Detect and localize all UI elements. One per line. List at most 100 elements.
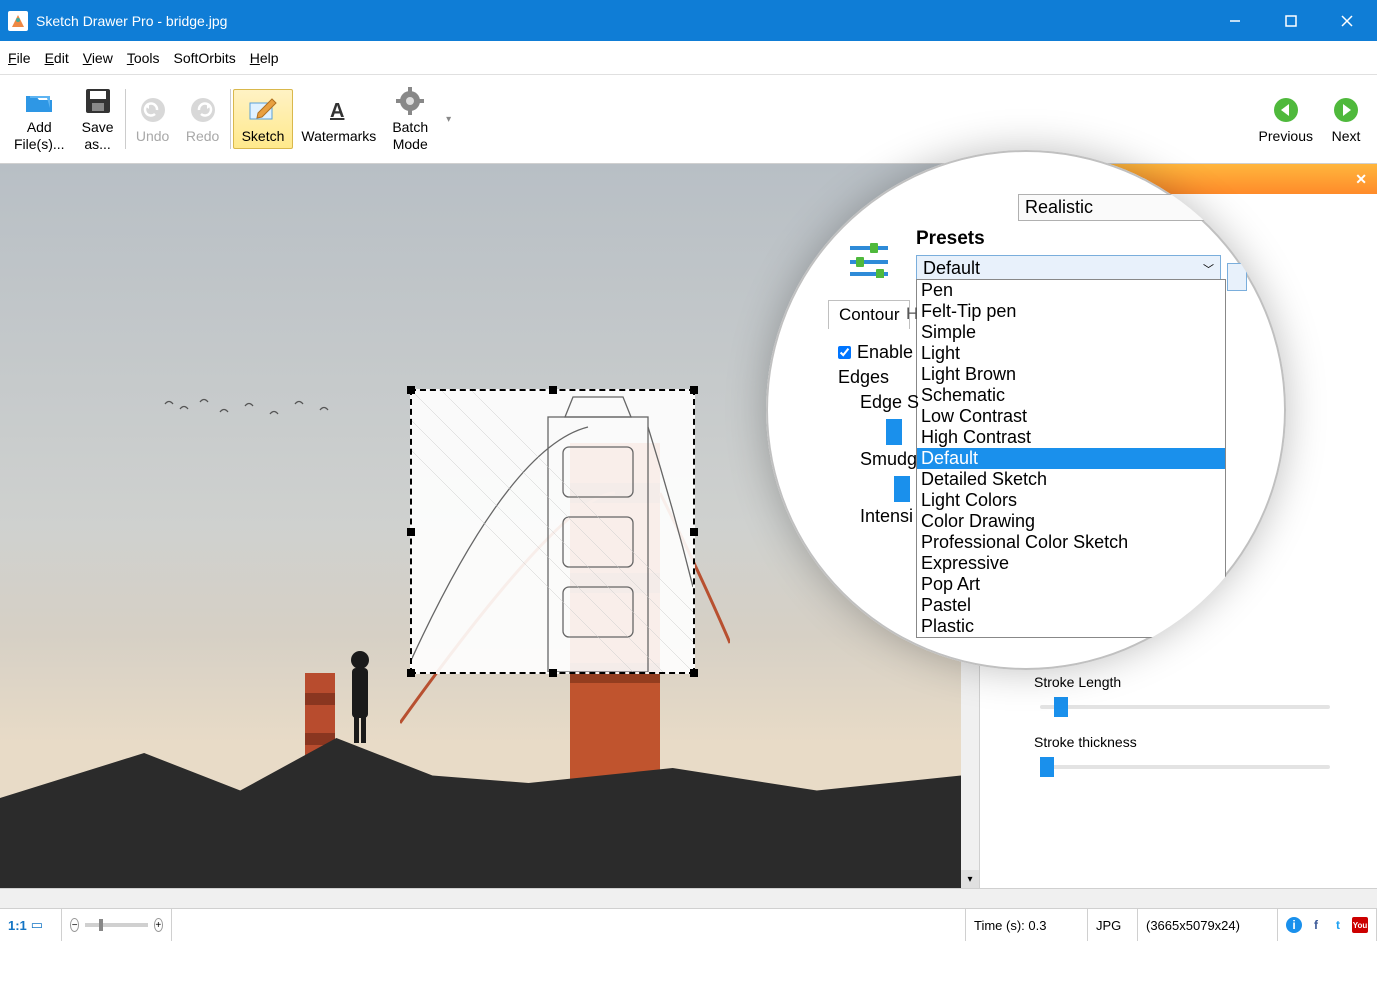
presets-label: Presets <box>916 228 985 250</box>
redo-icon <box>187 94 219 126</box>
tab-hatching[interactable]: H <box>902 300 922 328</box>
presets-listbox[interactable]: PenFelt-Tip penSimpleLightLight BrownSch… <box>916 279 1226 638</box>
status-time: Time (s): 0.3 <box>966 909 1088 941</box>
batch-mode-label: BatchMode <box>392 119 428 153</box>
previous-button[interactable]: Previous <box>1251 90 1321 149</box>
panel-close-button[interactable]: ✕ <box>1355 171 1367 188</box>
preset-option[interactable]: Felt-Tip pen <box>917 301 1225 322</box>
presets-combobox[interactable]: Default ﹀ <box>916 255 1221 282</box>
batch-mode-button[interactable]: BatchMode <box>384 81 436 157</box>
resize-handle[interactable] <box>690 669 698 677</box>
dropdown-extra[interactable] <box>1227 263 1247 291</box>
minimize-button[interactable] <box>1223 9 1247 33</box>
preset-option[interactable]: Professional Color Sketch <box>917 532 1225 553</box>
redo-button[interactable]: Redo <box>178 90 228 149</box>
zoom-in-icon[interactable]: + <box>154 918 163 932</box>
zoom-ratio[interactable]: 1:1 <box>8 918 27 933</box>
watermarks-button[interactable]: A Watermarks <box>293 90 384 149</box>
preset-option[interactable]: Schematic <box>917 385 1225 406</box>
resize-handle[interactable] <box>690 386 698 394</box>
enable-checkbox[interactable] <box>838 346 851 359</box>
dropdown-arrow-icon[interactable]: ▾ <box>1234 212 1254 232</box>
twitter-icon[interactable]: t <box>1330 917 1346 933</box>
menu-softorbits[interactable]: SoftOrbits <box>174 50 236 66</box>
stroke-length-label: Stroke Length <box>1034 674 1361 690</box>
preset-option[interactable]: High Contrast <box>917 427 1225 448</box>
menu-help[interactable]: Help <box>250 50 279 66</box>
edge-strength-slider[interactable] <box>886 419 902 445</box>
smudging-slider[interactable] <box>894 476 910 502</box>
preset-option[interactable]: Expressive <box>917 553 1225 574</box>
gear-icon <box>394 85 426 117</box>
window-title: Sketch Drawer Pro - bridge.jpg <box>36 13 1223 29</box>
resize-handle[interactable] <box>690 528 698 536</box>
menu-tools[interactable]: Tools <box>127 50 160 66</box>
edges-label: Edges <box>838 367 919 388</box>
horizontal-scrollbar[interactable] <box>0 888 1377 908</box>
selection-rectangle[interactable] <box>410 389 695 674</box>
preset-option[interactable]: Pop Art <box>917 574 1225 595</box>
folder-open-icon <box>23 85 55 117</box>
scroll-down-icon[interactable]: ▾ <box>961 870 979 888</box>
preset-option[interactable]: Light Colors <box>917 490 1225 511</box>
sketch-button[interactable]: Sketch <box>233 89 294 150</box>
facebook-icon[interactable]: f <box>1308 917 1324 933</box>
svg-text:A: A <box>330 100 344 122</box>
preset-option[interactable]: Default <box>917 448 1225 469</box>
watermarks-label: Watermarks <box>301 128 376 145</box>
info-icon[interactable]: i <box>1286 917 1302 933</box>
arrow-right-circle-icon <box>1330 94 1362 126</box>
resize-handle[interactable] <box>407 669 415 677</box>
fit-screen-icon[interactable]: ▭ <box>31 917 43 933</box>
preset-option[interactable]: Simple <box>917 322 1225 343</box>
preset-option[interactable]: Light Brown <box>917 364 1225 385</box>
menu-view[interactable]: View <box>83 50 113 66</box>
style-select[interactable]: Realistic <box>1018 194 1208 221</box>
resize-handle[interactable] <box>549 386 557 394</box>
smudging-label: Smudg <box>860 449 917 469</box>
preset-option[interactable]: Plastic <box>917 616 1225 637</box>
next-button[interactable]: Next <box>1321 90 1371 149</box>
add-files-button[interactable]: AddFile(s)... <box>6 81 73 157</box>
preset-option[interactable]: Detailed Sketch <box>917 469 1225 490</box>
redo-label: Redo <box>186 128 219 145</box>
next-label: Next <box>1332 128 1361 145</box>
stroke-thickness-slider[interactable] <box>1040 754 1330 780</box>
preset-option[interactable]: Light <box>917 343 1225 364</box>
menu-file[interactable]: File <box>8 50 31 66</box>
menu-bar: File Edit View Tools SoftOrbits Help <box>0 41 1377 75</box>
sketch-icon <box>247 94 279 126</box>
save-icon <box>82 85 114 117</box>
presets-combobox-value: Default <box>923 258 980 279</box>
menu-edit[interactable]: Edit <box>45 50 69 66</box>
edge-strength-label: Edge S <box>860 392 919 412</box>
magnifier-overlay: Realistic ▾ Presets Default ﹀ PenFelt-Ti… <box>766 150 1286 670</box>
youtube-icon[interactable]: You <box>1352 917 1368 933</box>
undo-label: Undo <box>136 128 169 145</box>
undo-icon <box>137 94 169 126</box>
preset-option[interactable]: Pen <box>917 280 1225 301</box>
sliders-icon <box>846 240 892 278</box>
zoom-slider[interactable] <box>85 923 147 927</box>
resize-handle[interactable] <box>407 528 415 536</box>
app-icon <box>8 11 28 31</box>
tab-contour[interactable]: Contour <box>828 300 910 329</box>
save-as-label: Saveas... <box>82 119 114 153</box>
resize-handle[interactable] <box>549 669 557 677</box>
preset-option[interactable]: Pastel <box>917 595 1225 616</box>
toolbar-overflow-icon[interactable]: ▾ <box>446 114 451 125</box>
undo-button[interactable]: Undo <box>128 90 178 149</box>
maximize-button[interactable] <box>1279 9 1303 33</box>
save-as-button[interactable]: Saveas... <box>73 81 123 157</box>
preset-option[interactable]: Low Contrast <box>917 406 1225 427</box>
close-button[interactable] <box>1335 9 1359 33</box>
zoom-out-icon[interactable]: − <box>70 918 79 932</box>
arrow-left-circle-icon <box>1270 94 1302 126</box>
preset-option[interactable]: Color Drawing <box>917 511 1225 532</box>
enable-label: Enable <box>857 342 913 363</box>
stroke-thickness-label: Stroke thickness <box>1034 734 1361 750</box>
resize-handle[interactable] <box>407 386 415 394</box>
stroke-length-slider[interactable] <box>1040 694 1330 720</box>
watermark-icon: A <box>323 94 355 126</box>
status-format: JPG <box>1088 909 1138 941</box>
